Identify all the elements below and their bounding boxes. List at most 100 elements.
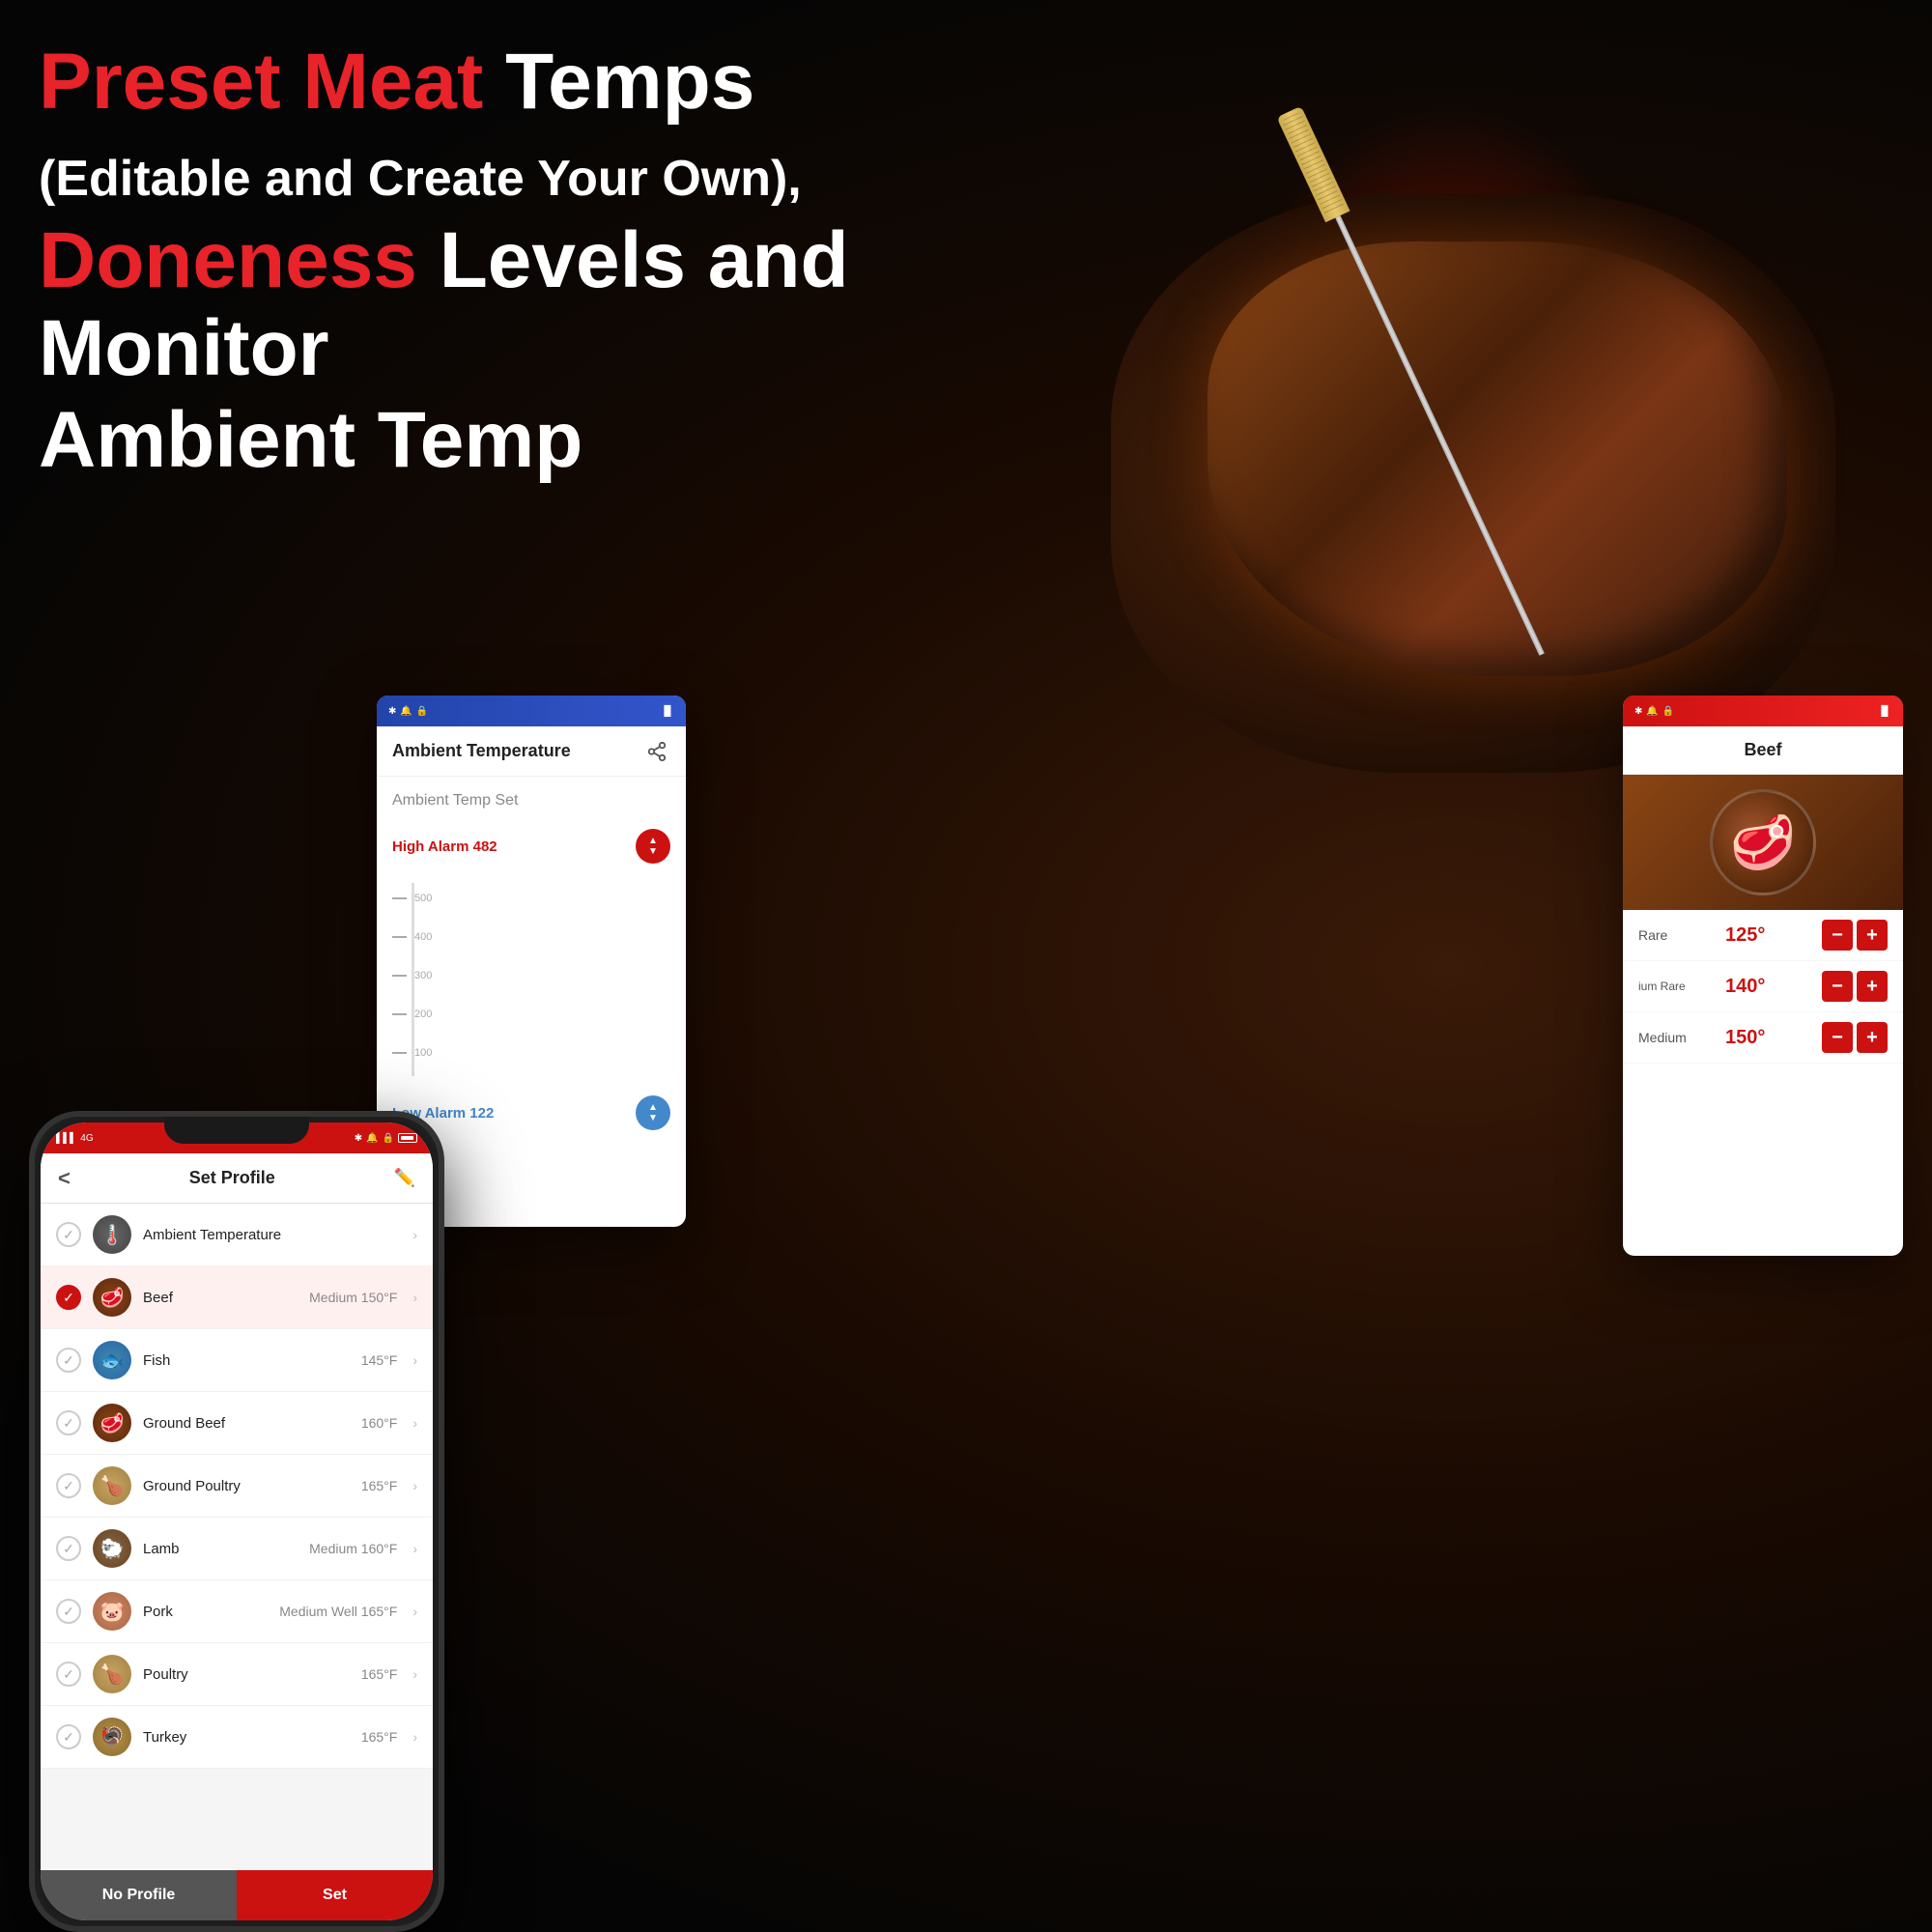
doneness-temp-medium: 150° — [1725, 1027, 1822, 1049]
food-icon: 🦃 — [93, 1718, 131, 1756]
list-item[interactable]: ✓ 🐟 Fish 145°F › — [41, 1329, 433, 1392]
item-temp: Medium Well 165°F — [279, 1604, 397, 1619]
food-icon: 🐑 — [93, 1529, 131, 1568]
set-button[interactable]: Set — [237, 1870, 433, 1920]
temp-tick-200: 200 — [414, 1009, 432, 1020]
high-alarm-label: High Alarm 482 — [392, 838, 497, 855]
battery-icon — [398, 1133, 417, 1143]
beef-popup-title: Beef — [1744, 740, 1781, 760]
beef-status-left: ✱ 🔔 🔒 — [1634, 706, 1674, 717]
list-item[interactable]: ✓ 🦃 Turkey 165°F › — [41, 1706, 433, 1769]
header-line2: Doneness Levels and Monitor — [39, 217, 908, 391]
check-mark: ✓ — [63, 1478, 74, 1494]
high-alarm-row: High Alarm 482 ▲ ▼ — [392, 829, 670, 864]
list-item[interactable]: ✓ 🥩 Beef Medium 150°F › — [41, 1266, 433, 1329]
header-temps: Temps — [483, 38, 754, 126]
check-mark: ✓ — [63, 1352, 74, 1369]
check-circle: ✓ — [56, 1473, 81, 1498]
food-icon: 🐟 — [93, 1341, 131, 1379]
item-temp: 145°F — [361, 1352, 398, 1368]
no-profile-button[interactable]: No Profile — [41, 1870, 237, 1920]
minus-button-medium-rare[interactable]: − — [1822, 971, 1853, 1002]
item-temp: 165°F — [361, 1666, 398, 1682]
network-type: 4G — [80, 1133, 93, 1144]
share-button[interactable] — [643, 738, 670, 765]
spinner-down-arrow: ▼ — [648, 847, 658, 857]
steak-surface — [1208, 242, 1787, 676]
beef-popup-header: ✱ 🔔 🔒 ▐▌ — [1623, 696, 1903, 726]
header-line3: Ambient Temp — [39, 397, 908, 484]
item-label: Ambient Temperature — [143, 1227, 397, 1243]
header-preset-meat: Preset Meat — [39, 38, 483, 126]
item-label: Ground Poultry — [143, 1478, 350, 1494]
doneness-label-medium: Medium — [1638, 1030, 1725, 1045]
check-circle-active: ✓ — [56, 1285, 81, 1310]
phone-nav-bar: < Set Profile ✏️ — [41, 1153, 433, 1204]
high-alarm-spinner[interactable]: ▲ ▼ — [636, 829, 670, 864]
beef-doneness-medium: Medium 150° − + — [1623, 1012, 1903, 1064]
list-item[interactable]: ✓ 🐷 Pork Medium Well 165°F › — [41, 1580, 433, 1643]
plus-button-rare[interactable]: + — [1857, 920, 1888, 951]
item-arrow: › — [412, 1604, 417, 1619]
list-item[interactable]: ✓ 🌡️ Ambient Temperature › — [41, 1204, 433, 1266]
header-section: Preset Meat Temps (Editable and Create Y… — [39, 39, 908, 484]
minus-button-rare[interactable]: − — [1822, 920, 1853, 951]
ambient-status-bar: ✱ 🔔 🔒 — [388, 706, 428, 717]
list-item[interactable]: ✓ 🐑 Lamb Medium 160°F › — [41, 1518, 433, 1580]
food-icon: 🐷 — [93, 1592, 131, 1631]
phone-bottom-bar: No Profile Set — [41, 1870, 433, 1920]
edit-button[interactable]: ✏️ — [394, 1168, 415, 1188]
beef-doneness-medium-rare: ium Rare 140° − + — [1623, 961, 1903, 1012]
list-item[interactable]: ✓ 🥩 Ground Beef 160°F › — [41, 1392, 433, 1455]
temp-tick-300: 300 — [414, 970, 432, 981]
item-temp: 160°F — [361, 1415, 398, 1431]
list-item[interactable]: ✓ 🍗 Poultry 165°F › — [41, 1643, 433, 1706]
item-arrow: › — [412, 1541, 417, 1556]
ambient-popup-title: Ambient Temperature — [392, 741, 571, 761]
food-icon: 🥩 — [93, 1278, 131, 1317]
doneness-temp-rare: 125° — [1725, 924, 1822, 947]
header-doneness: Doneness — [39, 216, 417, 304]
phone-mockup: ▌▌▌ 4G ✱ 🔔 🔒 < Set Profile ✏️ — [29, 1111, 444, 1932]
bluetooth-icon: ✱ — [355, 1133, 362, 1144]
minus-button-medium[interactable]: − — [1822, 1022, 1853, 1053]
item-temp: 165°F — [361, 1729, 398, 1745]
low-alarm-spinner[interactable]: ▲ ▼ — [636, 1095, 670, 1130]
back-button[interactable]: < — [58, 1166, 71, 1191]
food-icon: 🍗 — [93, 1655, 131, 1693]
status-left: ▌▌▌ 4G — [56, 1133, 94, 1144]
check-circle: ✓ — [56, 1662, 81, 1687]
header-subtitle: (Editable and Create Your Own), — [39, 151, 802, 207]
phone-list: ✓ 🌡️ Ambient Temperature › ✓ 🥩 Beef Medi… — [41, 1204, 433, 1769]
item-arrow: › — [412, 1290, 417, 1305]
item-temp: Medium 150°F — [309, 1290, 397, 1305]
check-mark: ✓ — [63, 1415, 74, 1432]
check-mark: ✓ — [63, 1290, 74, 1306]
item-label: Lamb — [143, 1541, 298, 1557]
check-mark: ✓ — [63, 1729, 74, 1746]
plus-button-medium[interactable]: + — [1857, 1022, 1888, 1053]
beef-doneness-rare: Rare 125° − + — [1623, 910, 1903, 961]
check-circle: ✓ — [56, 1599, 81, 1624]
ambient-title-bar: Ambient Temperature — [377, 726, 686, 777]
check-mark: ✓ — [63, 1541, 74, 1557]
list-item[interactable]: ✓ 🍗 Ground Poultry 165°F › — [41, 1455, 433, 1518]
spinner-up-arrow: ▲ — [648, 1103, 658, 1113]
phone-frame: ▌▌▌ 4G ✱ 🔔 🔒 < Set Profile ✏️ — [29, 1111, 444, 1932]
phone-notch — [164, 1117, 309, 1144]
item-label: Poultry — [143, 1666, 350, 1683]
check-circle: ✓ — [56, 1536, 81, 1561]
check-mark: ✓ — [63, 1604, 74, 1620]
check-circle: ✓ — [56, 1348, 81, 1373]
plus-button-medium-rare[interactable]: + — [1857, 971, 1888, 1002]
battery-status: ▐▌ — [661, 706, 674, 717]
item-arrow: › — [412, 1729, 417, 1745]
item-label: Beef — [143, 1290, 298, 1306]
phone-screen: ▌▌▌ 4G ✱ 🔔 🔒 < Set Profile ✏️ — [41, 1122, 433, 1920]
battery-icon: ▐▌ — [1878, 706, 1891, 717]
food-icon: 🥩 — [93, 1404, 131, 1442]
spinner-down-arrow: ▼ — [648, 1114, 658, 1123]
temp-tick-high: 500 — [414, 893, 432, 904]
item-arrow: › — [412, 1227, 417, 1242]
check-circle: ✓ — [56, 1222, 81, 1247]
